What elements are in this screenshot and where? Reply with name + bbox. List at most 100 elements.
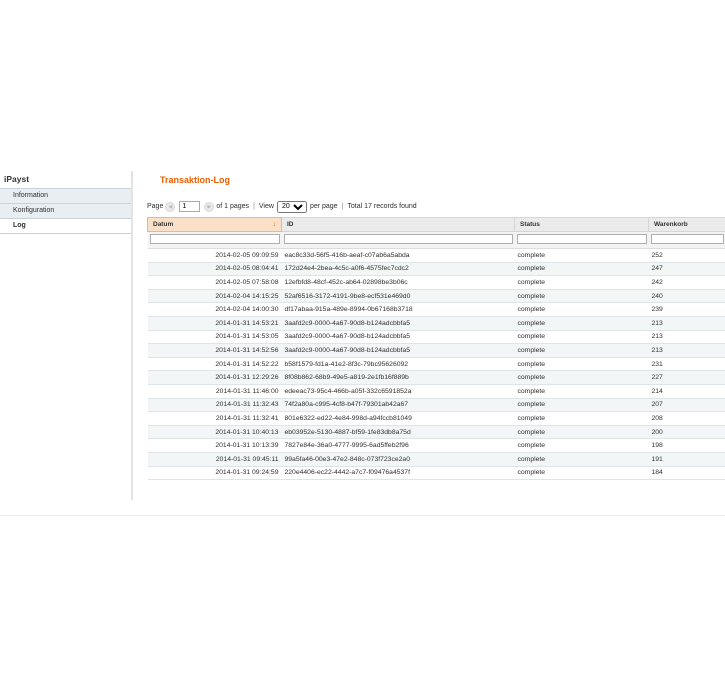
table-row[interactable]: 2014-01-31 14:52:22 b58f1579-fd1a-41e2-8f… (147, 357, 725, 372)
table-row[interactable]: 2014-01-31 11:32:41 801e6322-ed22-4e84-99… (147, 411, 725, 426)
table-row[interactable]: 2014-01-31 14:52:56 3aafd2c9-0000-4a67-90… (147, 343, 725, 358)
cell-id: 8f08b862-68b9-49e5-a819-2e1fb16f889b (281, 370, 515, 385)
table-row[interactable]: 2014-01-31 14:53:21 3aafd2c9-0000-4a67-90… (147, 316, 725, 331)
table-row[interactable]: 2014-02-05 08:04:41 172d24e4-2bea-4c5c-a0… (147, 262, 725, 277)
table-row[interactable]: 2014-02-04 14:15:25 52af6516-3172-4191-9b… (147, 289, 725, 304)
cell-warenkorb: 191 (648, 452, 725, 467)
table-row[interactable]: 2014-01-31 09:24:59 220e4406-ec22-4442-a7… (147, 466, 725, 481)
cell-id: 52af6516-3172-4191-9be8-ecf531e469d0 (281, 289, 515, 304)
sidebar-item-konfiguration[interactable]: Konfiguration (0, 203, 131, 218)
page-label: Page (147, 203, 164, 210)
cell-datum: 2014-01-31 09:24:59 (147, 466, 282, 481)
cell-warenkorb: 208 (648, 411, 725, 426)
cell-warenkorb: 200 (648, 425, 725, 440)
table-row[interactable]: 2014-01-31 12:29:26 8f08b862-68b9-49e5-a8… (147, 370, 725, 385)
table-row[interactable]: 2014-01-31 09:45:11 99a5fa46-00e3-47e2-84… (147, 452, 725, 467)
cell-datum: 2014-01-31 14:53:05 (147, 330, 282, 345)
cell-warenkorb: 252 (648, 248, 725, 263)
cell-datum: 2014-02-05 09:09:59 (147, 248, 282, 263)
table-row[interactable]: 2014-02-04 14:00:30 df17abaa-915a-489e-89… (147, 302, 725, 317)
cell-id: 3aafd2c9-0000-4a67-90d8-b124adcbbfa5 (281, 330, 515, 345)
cell-status: complete (514, 248, 649, 263)
cell-id: 3aafd2c9-0000-4a67-90d8-b124adcbbfa5 (281, 316, 515, 331)
page-title: Transaktion-Log (160, 175, 231, 185)
table-row[interactable]: 2014-01-31 14:53:05 3aafd2c9-0000-4a67-90… (147, 330, 725, 345)
cell-id: 220e4406-ec22-4442-a7c7-f09476a4537f (281, 466, 515, 481)
cell-id: 172d24e4-2bea-4c5c-a0f6-4575fec7cdc2 (281, 262, 515, 277)
cell-warenkorb: 231 (648, 357, 725, 372)
of-pages-text: of 1 pages (216, 203, 250, 210)
cell-datum: 2014-01-31 11:46:00 (147, 384, 282, 399)
transaction-log-grid: Datum ↓ ID Status Warenkorb 2014-02-05 0… (147, 217, 725, 481)
cell-status: complete (514, 452, 649, 467)
filter-row (147, 231, 725, 249)
filter-status-input[interactable] (516, 234, 647, 245)
sidebar-title: iPayst (4, 174, 30, 184)
column-header-datum[interactable]: Datum ↓ (147, 217, 282, 232)
table-row[interactable]: 2014-02-05 07:58:08 12efbfd8-48cf-452c-ab… (147, 275, 725, 290)
view-label: View (258, 203, 274, 210)
filter-cell (514, 231, 649, 249)
table-row[interactable]: 2014-01-31 11:32:43 74f2a80a-c995-4cf8-b4… (147, 398, 725, 413)
cell-warenkorb: 213 (648, 343, 725, 358)
cell-warenkorb: 214 (648, 384, 725, 399)
filter-id-input[interactable] (283, 234, 513, 245)
cell-status: complete (514, 384, 649, 399)
cell-warenkorb: 184 (648, 466, 725, 481)
cell-datum: 2014-02-05 08:04:41 (147, 262, 282, 277)
cell-id: 7827e84e-36a0-4777-9995-6ad5ffeb2f96 (281, 438, 515, 453)
cell-status: complete (514, 370, 649, 385)
previous-page-icon[interactable]: ◀ (165, 201, 176, 212)
cell-datum: 2014-01-31 10:40:13 (147, 425, 282, 440)
cell-warenkorb: 227 (648, 370, 725, 385)
filter-warenkorb-input[interactable] (650, 234, 724, 245)
cell-datum: 2014-01-31 14:52:56 (147, 343, 282, 358)
table-row[interactable]: 2014-02-05 09:09:59 eac8c33d-56f5-416b-ae… (147, 248, 725, 263)
filter-datum-input[interactable] (149, 234, 280, 245)
cell-status: complete (514, 357, 649, 372)
cell-status: complete (514, 398, 649, 413)
cell-datum: 2014-01-31 09:45:11 (147, 452, 282, 467)
cell-status: complete (514, 466, 649, 481)
per-page-select[interactable]: 20 (276, 200, 307, 213)
separator: | (341, 203, 344, 210)
sidebar-item-log[interactable]: Log (0, 218, 131, 234)
cell-warenkorb: 247 (648, 262, 725, 277)
cell-datum: 2014-01-31 11:32:41 (147, 411, 282, 426)
cell-status: complete (514, 411, 649, 426)
column-header-status[interactable]: Status (514, 217, 649, 232)
cell-id: 3aafd2c9-0000-4a67-90d8-b124adcbbfa5 (281, 343, 515, 358)
table-row[interactable]: 2014-01-31 11:46:00 edeeac73-95c4-466b-a0… (147, 384, 725, 399)
cell-id: 74f2a80a-c995-4cf8-b47f-79301ab42a67 (281, 398, 515, 413)
sidebar-item-information[interactable]: Information (0, 188, 131, 203)
column-header-label: Datum (153, 221, 174, 228)
total-records-text: Total 17 records found (347, 203, 417, 210)
pager: Page ◀ ▶ of 1 pages | View 20 per page |… (147, 200, 417, 213)
cell-status: complete (514, 438, 649, 453)
next-page-icon[interactable]: ▶ (204, 201, 215, 212)
cell-warenkorb: 213 (648, 330, 725, 345)
cell-datum: 2014-01-31 12:29:26 (147, 370, 282, 385)
cell-status: complete (514, 330, 649, 345)
cell-status: complete (514, 275, 649, 290)
cell-status: complete (514, 302, 649, 317)
cell-id: 801e6322-ed22-4e84-998d-a94fccb81049 (281, 411, 515, 426)
page-number-input[interactable] (179, 201, 201, 212)
column-header-warenkorb[interactable]: Warenkorb (648, 217, 725, 232)
cell-status: complete (514, 316, 649, 331)
column-header-id[interactable]: ID (281, 217, 515, 232)
cell-id: 99a5fa46-00e3-47e2-848c-073f723ce2a0 (281, 452, 515, 467)
cell-id: edeeac73-95c4-466b-a05f-332c6591852a (281, 384, 515, 399)
grid-body: 2014-02-05 09:09:59 eac8c33d-56f5-416b-ae… (147, 248, 725, 481)
cell-status: complete (514, 262, 649, 277)
table-row[interactable]: 2014-01-31 10:13:39 7827e84e-36a0-4777-99… (147, 438, 725, 453)
table-row[interactable]: 2014-01-31 10:40:13 eb03952e-5130-4887-bf… (147, 425, 725, 440)
filter-cell (648, 231, 725, 249)
cell-id: 12efbfd8-48cf-452c-ab64-02898be3b06c (281, 275, 515, 290)
cell-datum: 2014-01-31 14:52:22 (147, 357, 282, 372)
cell-warenkorb: 198 (648, 438, 725, 453)
cell-warenkorb: 242 (648, 275, 725, 290)
cell-warenkorb: 239 (648, 302, 725, 317)
filter-cell (147, 231, 282, 249)
cell-id: eb03952e-5130-4887-bf59-1fe83db8a75d (281, 425, 515, 440)
